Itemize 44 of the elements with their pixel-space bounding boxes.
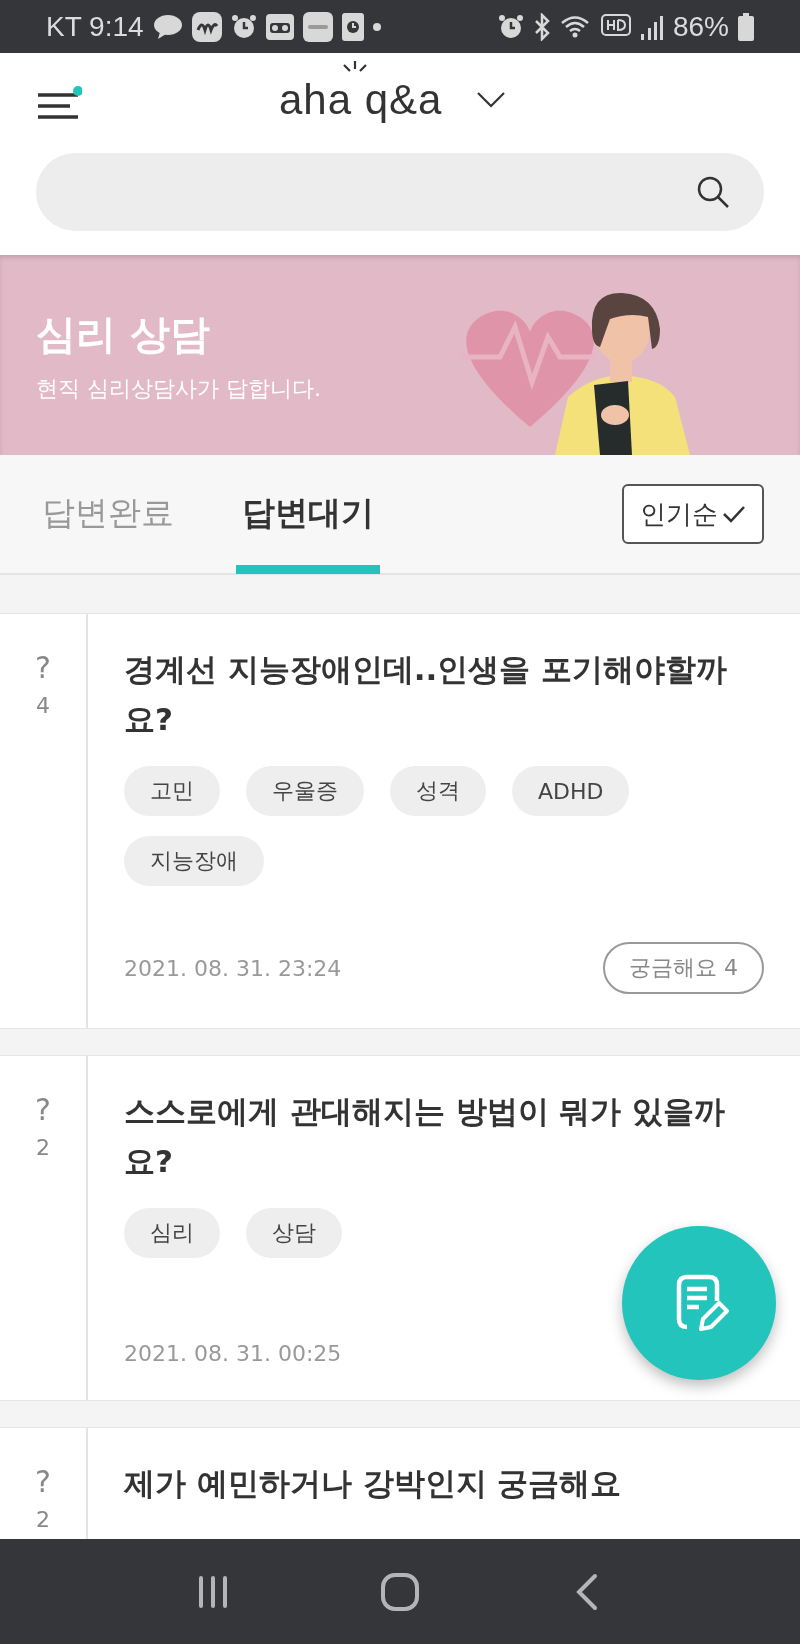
battery-percent: 86%	[672, 10, 729, 43]
sort-button[interactable]: 인기순	[622, 484, 764, 544]
app-icon	[191, 11, 222, 42]
question-title[interactable]: 제가 예민하거나 강박인지 궁금해요	[124, 1458, 728, 1508]
banner-title: 심리 상담	[36, 309, 211, 359]
question-count: 4	[36, 693, 50, 718]
app-icon	[302, 11, 333, 42]
question-title[interactable]: 스스로에게 관대해지는 방법이 뭐가 있을까요?	[124, 1086, 728, 1186]
home-icon[interactable]	[380, 1571, 420, 1612]
curious-button[interactable]: 궁금해요 4	[603, 942, 764, 994]
tag-chip[interactable]: 고민	[124, 766, 220, 816]
logo: aha q&a	[279, 75, 443, 125]
tag-chip[interactable]: 우울증	[246, 766, 364, 816]
tab[interactable]: 답변대기	[236, 454, 380, 574]
tag-chip[interactable]: ADHD	[512, 766, 630, 816]
tag-chip[interactable]: 심리	[124, 1208, 220, 1258]
question-card[interactable]: ? 2 스스로에게 관대해지는 방법이 뭐가 있을까요? 심리 상담 2021. 08. 31. 00:25	[0, 1055, 800, 1401]
question-mark: ?	[35, 1092, 51, 1127]
signal-icon	[639, 13, 664, 40]
question-mark: ?	[35, 650, 51, 685]
cassette-icon	[265, 13, 294, 40]
search-icon[interactable]	[696, 175, 730, 209]
question-date: 2021. 08. 31. 00:25	[124, 1341, 342, 1366]
tag-chip[interactable]: 성격	[390, 766, 486, 816]
chat-bubble-icon	[152, 13, 183, 40]
tag-chip[interactable]: 상담	[246, 1208, 342, 1258]
question-date: 2021. 08. 31. 23:24	[124, 955, 342, 981]
question-title[interactable]: 경계선 지능장애인데..인생을 포기해야할까요?	[124, 644, 728, 744]
chevron-down-icon[interactable]	[476, 91, 507, 109]
question-count: 2	[36, 1507, 50, 1532]
status-time: KT 9:14	[46, 10, 144, 43]
question-mark: ?	[35, 1464, 51, 1499]
bluetooth-icon	[532, 12, 551, 41]
battery-icon	[738, 12, 754, 41]
question-count: 2	[36, 1135, 50, 1160]
tag-chip[interactable]: 지능장애	[124, 836, 264, 886]
clock-icon	[341, 12, 364, 41]
menu-button[interactable]	[36, 86, 82, 120]
question-card[interactable]: ? 4 경계선 지능장애인데..인생을 포기해야할까요? 고민 우울증 성격 ADHD 지능장애 2021. 08. 31. 23:24 궁금해요 4	[0, 613, 800, 1029]
dot-icon	[372, 22, 381, 31]
banner-subtitle: 현직 심리상담사가 답합니다.	[36, 374, 321, 403]
question-card[interactable]: ? 2 제가 예민하거나 강박인지 궁금해요	[0, 1427, 800, 1539]
alarm-icon	[230, 12, 257, 41]
alarm-icon	[497, 12, 524, 41]
